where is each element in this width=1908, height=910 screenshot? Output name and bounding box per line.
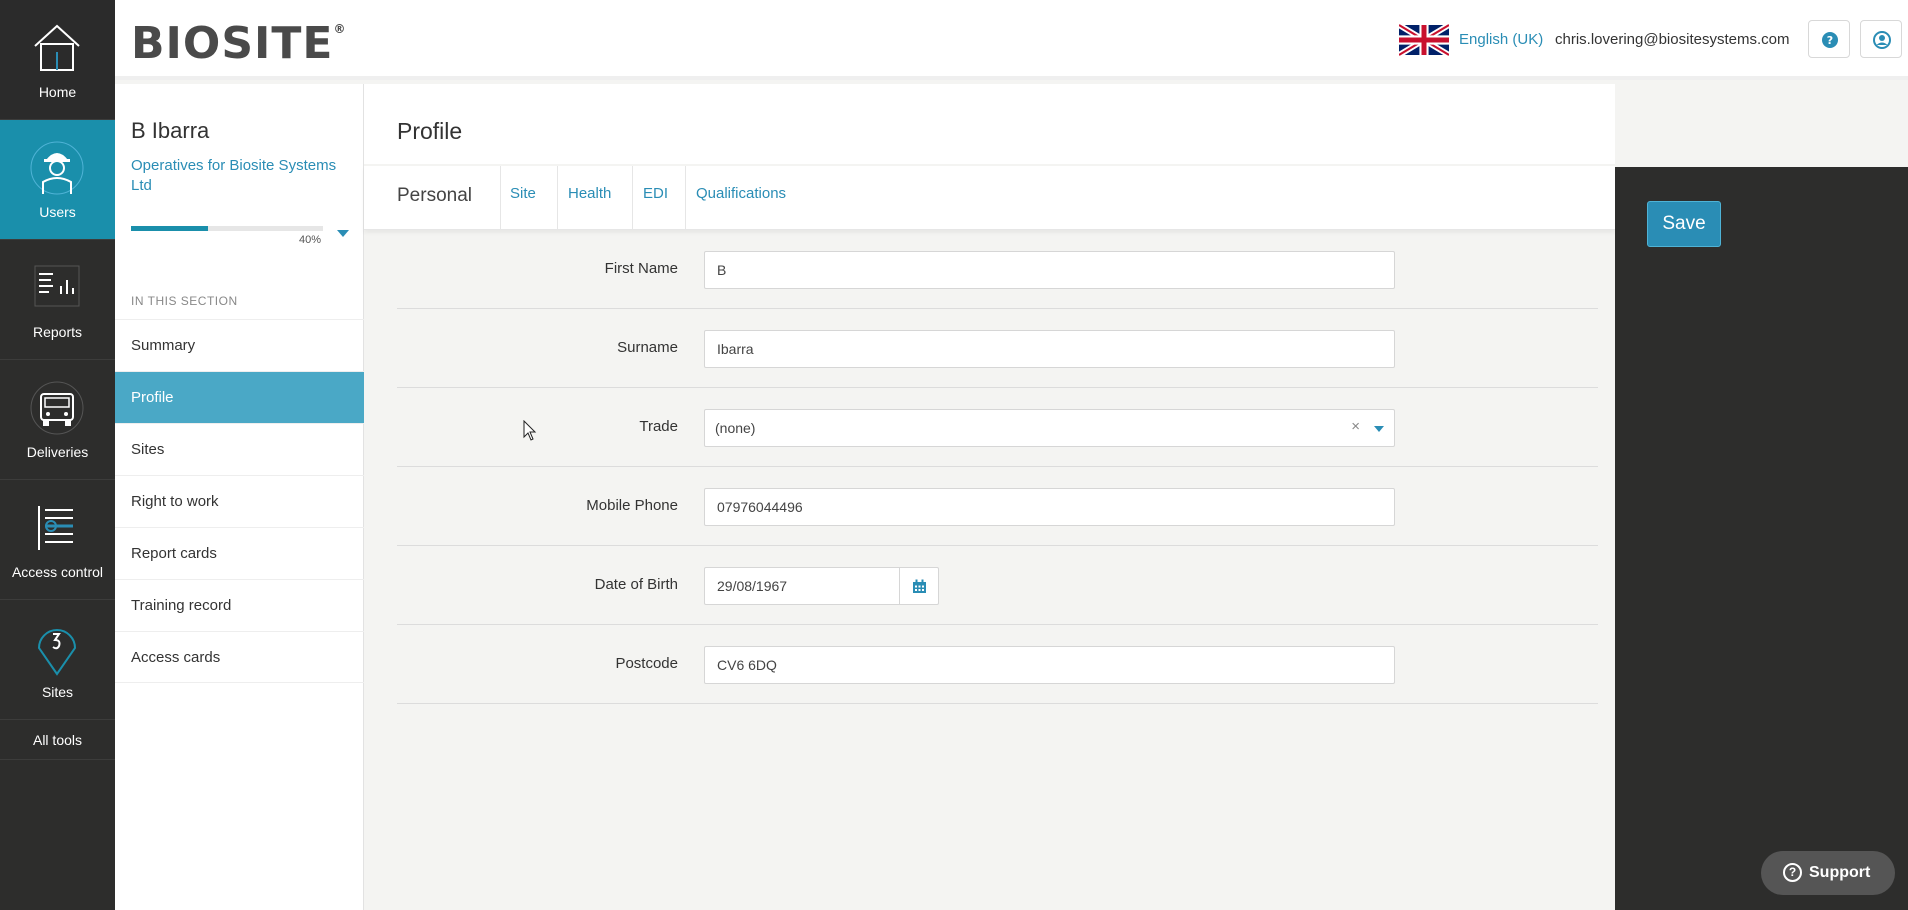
section-item-right-to-work[interactable]: Right to work (115, 475, 364, 527)
question-circle-icon: ? (1822, 32, 1838, 48)
help-button[interactable]: ? (1808, 20, 1850, 58)
first-name-label: First Name (604, 260, 678, 277)
mobile-phone-input[interactable] (704, 488, 1395, 526)
person-name: B Ibarra (131, 118, 210, 143)
reports-icon (34, 265, 80, 307)
section-item-profile[interactable]: Profile (115, 371, 364, 423)
page-title: Profile (397, 118, 463, 144)
tab-edi[interactable]: EDI (643, 166, 668, 230)
trade-label: Trade (639, 418, 678, 435)
tab-divider (557, 166, 558, 230)
trade-select[interactable]: (none) × (704, 409, 1395, 447)
account-button[interactable] (1860, 20, 1902, 58)
section-sidebar: B Ibarra Operatives for Biosite Systems … (115, 84, 364, 910)
truck-icon (30, 381, 84, 435)
chevron-down-icon[interactable] (1374, 426, 1384, 432)
first-name-input[interactable] (704, 251, 1395, 289)
logo-registered-mark: ® (333, 22, 347, 36)
section-item-report-cards[interactable]: Report cards (115, 527, 364, 579)
map-pin-icon (37, 629, 77, 676)
section-menu: Summary Profile Sites Right to work Repo… (115, 319, 364, 683)
date-of-birth-input[interactable] (704, 567, 900, 605)
form-row-surname: Surname (397, 309, 1598, 388)
mouse-cursor-icon (523, 420, 537, 441)
profile-tabs: Personal Site Health EDI Qualifications (364, 166, 1615, 230)
tab-qualifications[interactable]: Qualifications (696, 166, 786, 230)
nav-reports[interactable]: Reports (0, 240, 115, 360)
tab-personal[interactable]: Personal (397, 166, 472, 230)
page-title-bar: Profile (364, 84, 1615, 164)
question-circle-icon: ? (1783, 863, 1802, 882)
date-picker-button[interactable] (899, 567, 939, 605)
nav-reports-label: Reports (32, 324, 83, 340)
section-item-training-record[interactable]: Training record (115, 579, 364, 631)
clear-icon[interactable]: × (1351, 418, 1360, 435)
main-nav-rail: Home Users Reports Deliveries Access con… (0, 0, 115, 910)
uk-flag-icon[interactable] (1399, 22, 1449, 58)
section-item-sites[interactable]: Sites (115, 423, 364, 475)
form-row-postcode: Postcode (397, 625, 1598, 704)
profile-progress-bar (131, 226, 323, 231)
tab-site[interactable]: Site (510, 166, 536, 230)
save-button[interactable]: Save (1647, 201, 1721, 247)
form-row-first-name: First Name (397, 230, 1598, 309)
tab-divider (685, 166, 686, 230)
surname-input[interactable] (704, 330, 1395, 368)
mobile-phone-label: Mobile Phone (586, 497, 678, 514)
actions-panel: Save ? Support (1615, 167, 1908, 910)
worker-icon (30, 141, 84, 195)
biosite-logo[interactable]: BIOSITE® (131, 18, 346, 69)
person-organisation-link[interactable]: Operatives for Biosite Systems Ltd (131, 156, 351, 196)
form-row-mobile-phone: Mobile Phone (397, 467, 1598, 546)
support-label: Support (1809, 864, 1871, 881)
nav-all-tools[interactable]: All tools (0, 720, 115, 760)
date-of-birth-label: Date of Birth (594, 576, 678, 593)
chevron-down-icon[interactable] (337, 230, 349, 237)
tab-divider (632, 166, 633, 230)
calendar-icon (913, 579, 926, 593)
trade-select-value: (none) (715, 420, 756, 436)
surname-label: Surname (617, 339, 678, 356)
svg-text:?: ? (1827, 34, 1833, 47)
tab-health[interactable]: Health (568, 166, 611, 230)
nav-home-label: Home (38, 84, 77, 100)
section-item-summary[interactable]: Summary (115, 319, 364, 371)
postcode-input[interactable] (704, 646, 1395, 684)
profile-progress-label: 40% (299, 234, 322, 246)
user-email[interactable]: chris.lovering@biositesystems.com (1555, 31, 1789, 48)
nav-users[interactable]: Users (0, 120, 115, 240)
postcode-label: Postcode (615, 655, 678, 672)
nav-sites[interactable]: Sites (0, 600, 115, 720)
logo-text: BIOSITE (131, 18, 334, 69)
form-row-trade: Trade (none) × (397, 388, 1598, 467)
nav-access-control[interactable]: Access control (0, 480, 115, 600)
user-circle-icon (1873, 31, 1891, 49)
language-selector[interactable]: English (UK) (1459, 31, 1543, 48)
nav-home[interactable]: Home (0, 0, 115, 120)
section-item-access-cards[interactable]: Access cards (115, 631, 364, 683)
tab-divider (500, 166, 501, 230)
nav-access-control-label: Access control (11, 564, 104, 580)
main-content: Profile Personal Site Health EDI Qualifi… (364, 84, 1615, 910)
nav-deliveries-label: Deliveries (26, 444, 89, 460)
home-icon (34, 24, 80, 71)
nav-deliveries[interactable]: Deliveries (0, 360, 115, 480)
access-control-icon (38, 506, 73, 550)
support-button[interactable]: ? Support (1761, 851, 1895, 895)
profile-progress-fill (131, 226, 208, 231)
section-heading: IN THIS SECTION (131, 294, 238, 308)
form-row-date-of-birth: Date of Birth (397, 546, 1598, 625)
nav-sites-label: Sites (41, 684, 74, 700)
nav-users-label: Users (39, 204, 76, 220)
top-header: BIOSITE® English (UK) chris.lovering@bio… (115, 0, 1908, 80)
